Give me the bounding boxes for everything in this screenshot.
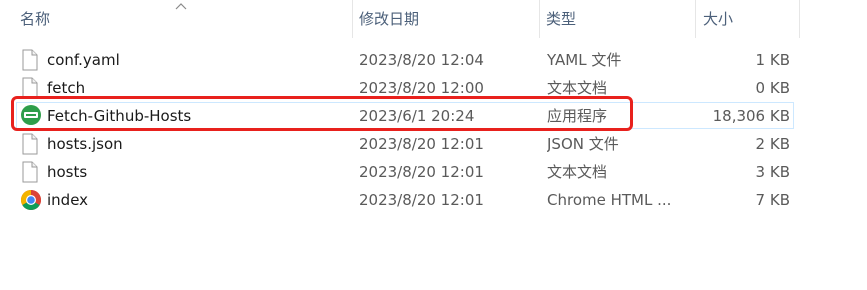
file-date: 2023/8/20 12:04 [359, 51, 484, 69]
file-row[interactable]: index 2023/8/20 12:01 Chrome HTML ... 7 … [14, 186, 800, 214]
column-header-type[interactable]: 类型 [540, 0, 695, 38]
file-row[interactable]: conf.yaml 2023/8/20 12:04 YAML 文件 1 KB [14, 46, 800, 74]
column-header-bar: 名称 修改日期 类型 大小 [0, 0, 800, 38]
blank-file-icon [22, 49, 38, 71]
file-size: 1 KB [755, 51, 790, 69]
column-header-size[interactable]: 大小 [697, 0, 800, 38]
blank-file-icon [22, 133, 38, 155]
file-date: 2023/8/20 12:01 [359, 163, 484, 181]
file-size: 3 KB [755, 163, 790, 181]
highlight-annotation-box [11, 96, 633, 131]
column-header-size-label: 大小 [703, 10, 734, 28]
file-type: Chrome HTML ... [547, 191, 672, 209]
file-row[interactable]: hosts.json 2023/8/20 12:01 JSON 文件 2 KB [14, 130, 800, 158]
file-size: 7 KB [755, 191, 790, 209]
file-type: 文本文档 [547, 163, 608, 181]
file-size: 2 KB [755, 135, 790, 153]
file-name: conf.yaml [47, 51, 120, 69]
file-date: 2023/8/20 12:01 [359, 191, 484, 209]
file-name: index [47, 191, 89, 209]
file-name: hosts [47, 163, 88, 181]
column-header-date[interactable]: 修改日期 [353, 0, 538, 38]
chrome-icon [21, 190, 41, 210]
file-type: YAML 文件 [547, 51, 622, 69]
file-name: hosts.json [47, 135, 123, 153]
sort-ascending-icon [175, 3, 187, 10]
blank-file-icon [22, 161, 38, 183]
file-date: 2023/8/20 12:01 [359, 135, 484, 153]
file-size: 0 KB [755, 79, 790, 97]
column-header-name-label: 名称 [20, 10, 51, 28]
column-header-type-label: 类型 [546, 10, 577, 28]
file-type: JSON 文件 [547, 135, 619, 153]
file-size: 18,306 KB [712, 107, 790, 125]
column-header-date-label: 修改日期 [359, 10, 420, 28]
file-row[interactable]: hosts 2023/8/20 12:01 文本文档 3 KB [14, 158, 800, 186]
